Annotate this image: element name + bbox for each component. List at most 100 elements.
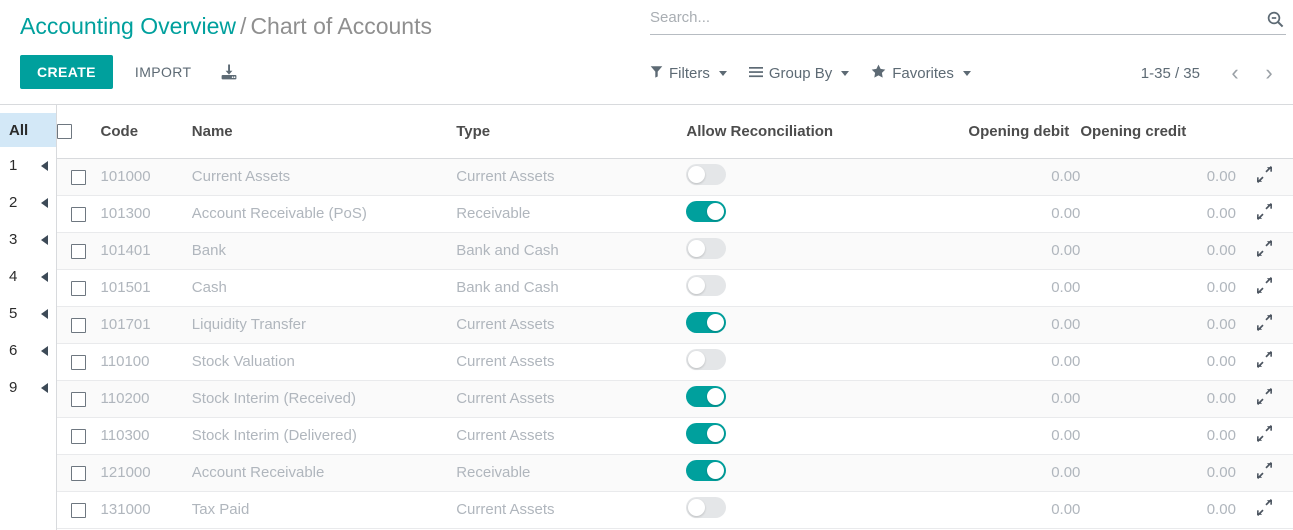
row-checkbox[interactable]	[71, 502, 87, 518]
caret-left-icon[interactable]	[41, 234, 48, 245]
sidebar-item-all[interactable]: All	[0, 113, 56, 147]
sidebar-item-6[interactable]: 6	[0, 332, 56, 369]
star-icon	[871, 64, 886, 82]
sidebar-item-label: 5	[9, 305, 18, 322]
sidebar-item-2[interactable]: 2	[0, 184, 56, 221]
caret-left-icon[interactable]	[41, 160, 48, 171]
expand-record-icon[interactable]	[1256, 499, 1273, 520]
upload-icon[interactable]	[218, 61, 240, 83]
row-checkbox[interactable]	[71, 317, 87, 333]
search-bar[interactable]	[650, 8, 1286, 35]
pager-next-button[interactable]: ›	[1252, 59, 1286, 87]
column-header-name[interactable]: Name	[191, 105, 457, 159]
toggle-knob	[688, 351, 706, 368]
toggle-knob	[688, 166, 706, 183]
breadcrumb-parent-link[interactable]: Accounting Overview	[20, 13, 236, 39]
favorites-dropdown[interactable]: Favorites	[871, 64, 971, 82]
allow-reconciliation-toggle[interactable]	[686, 460, 727, 481]
breadcrumb-separator: /	[240, 13, 247, 39]
caret-left-icon[interactable]	[41, 382, 48, 393]
row-checkbox[interactable]	[71, 243, 87, 259]
search-minus-icon[interactable]	[1264, 8, 1286, 30]
cell-name: Stock Interim (Delivered)	[191, 417, 457, 455]
column-header-code[interactable]: Code	[100, 105, 192, 159]
sidebar-item-9[interactable]: 9	[0, 369, 56, 406]
row-select-cell	[57, 491, 101, 529]
import-button[interactable]: IMPORT	[121, 55, 206, 89]
pager-previous-button[interactable]: ‹	[1218, 59, 1252, 87]
group-by-dropdown[interactable]: Group By	[748, 64, 850, 82]
table-row[interactable]: 110100 Stock Valuation Current Assets 0.00 0…	[57, 343, 1293, 381]
sidebar-item-1[interactable]: 1	[0, 147, 56, 184]
sidebar-item-4[interactable]: 4	[0, 258, 56, 295]
caret-left-icon[interactable]	[41, 271, 48, 282]
expand-record-icon[interactable]	[1256, 425, 1273, 446]
expand-record-icon[interactable]	[1256, 203, 1273, 224]
table-row[interactable]: 101401 Bank Bank and Cash 0.00 0.00	[57, 232, 1293, 270]
cell-name: Current Assets	[191, 158, 457, 196]
table-header: Code Name Type Allow Reconciliation Open…	[57, 105, 1293, 159]
table-row[interactable]: 101701 Liquidity Transfer Current Assets 0.…	[57, 306, 1293, 344]
table-row[interactable]: 110300 Stock Interim (Delivered) Current A…	[57, 417, 1293, 455]
sidebar-item-label: 4	[9, 268, 18, 285]
allow-reconciliation-toggle[interactable]	[686, 275, 727, 296]
expand-record-icon[interactable]	[1256, 277, 1273, 298]
column-header-expand	[1235, 105, 1293, 159]
group-by-label: Group By	[768, 64, 833, 82]
table-row[interactable]: 101300 Account Receivable (PoS) Receivable…	[57, 195, 1293, 233]
row-checkbox[interactable]	[71, 465, 87, 481]
allow-reconciliation-toggle[interactable]	[686, 423, 727, 444]
cell-expand	[1235, 306, 1293, 344]
table-row[interactable]: 110200 Stock Interim (Received) Current As…	[57, 380, 1293, 418]
column-header-allow-reconciliation[interactable]: Allow Reconciliation	[686, 105, 969, 159]
allow-reconciliation-toggle[interactable]	[686, 497, 727, 518]
cell-code: 110200	[100, 380, 192, 418]
caret-left-icon[interactable]	[41, 345, 48, 356]
expand-record-icon[interactable]	[1256, 240, 1273, 261]
list-view: Code Name Type Allow Reconciliation Open…	[57, 105, 1293, 530]
search-input[interactable]	[650, 9, 1264, 29]
select-all-checkbox[interactable]	[57, 124, 72, 140]
row-checkbox[interactable]	[71, 169, 87, 185]
pager-count: 1-35 / 35	[1140, 64, 1200, 82]
caret-left-icon[interactable]	[41, 197, 48, 208]
expand-record-icon[interactable]	[1256, 166, 1273, 187]
cell-opening-debit: 0.00	[968, 306, 1081, 344]
cell-allow-reconciliation	[686, 158, 969, 196]
cell-opening-debit: 0.00	[968, 158, 1081, 196]
filters-dropdown[interactable]: Filters	[650, 65, 727, 82]
caret-left-icon[interactable]	[41, 308, 48, 319]
column-header-opening-debit[interactable]: Opening debit	[968, 105, 1081, 159]
expand-record-icon[interactable]	[1256, 462, 1273, 483]
sidebar-item-5[interactable]: 5	[0, 295, 56, 332]
table-row[interactable]: 131000 Tax Paid Current Assets 0.00 0.00	[57, 491, 1293, 529]
allow-reconciliation-toggle[interactable]	[686, 164, 727, 185]
allow-reconciliation-toggle[interactable]	[686, 238, 727, 259]
expand-record-icon[interactable]	[1256, 314, 1273, 335]
cell-expand	[1235, 158, 1293, 196]
table-row[interactable]: 101501 Cash Bank and Cash 0.00 0.00	[57, 269, 1293, 307]
cell-opening-credit: 0.00	[1080, 491, 1236, 529]
allow-reconciliation-toggle[interactable]	[686, 349, 727, 370]
row-checkbox[interactable]	[71, 354, 87, 370]
row-checkbox[interactable]	[71, 280, 87, 296]
row-checkbox[interactable]	[71, 206, 87, 222]
allow-reconciliation-toggle[interactable]	[686, 312, 727, 333]
column-header-opening-credit[interactable]: Opening credit	[1080, 105, 1236, 159]
sidebar-item-3[interactable]: 3	[0, 221, 56, 258]
row-select-cell	[57, 232, 101, 270]
column-header-type[interactable]: Type	[456, 105, 687, 159]
create-button[interactable]: CREATE	[20, 55, 113, 89]
expand-record-icon[interactable]	[1256, 351, 1273, 372]
expand-record-icon[interactable]	[1256, 388, 1273, 409]
table-row[interactable]: 101000 Current Assets Current Assets 0.00 0.…	[57, 158, 1293, 196]
allow-reconciliation-toggle[interactable]	[686, 201, 727, 222]
cell-code: 101501	[100, 269, 192, 307]
chevron-down-icon	[841, 70, 850, 76]
allow-reconciliation-toggle[interactable]	[686, 386, 727, 407]
row-checkbox[interactable]	[71, 428, 87, 444]
row-checkbox[interactable]	[71, 391, 87, 407]
toggle-knob	[688, 499, 706, 516]
table-row[interactable]: 121000 Account Receivable Receivable 0.00 0.…	[57, 454, 1293, 492]
row-select-cell	[57, 417, 101, 455]
